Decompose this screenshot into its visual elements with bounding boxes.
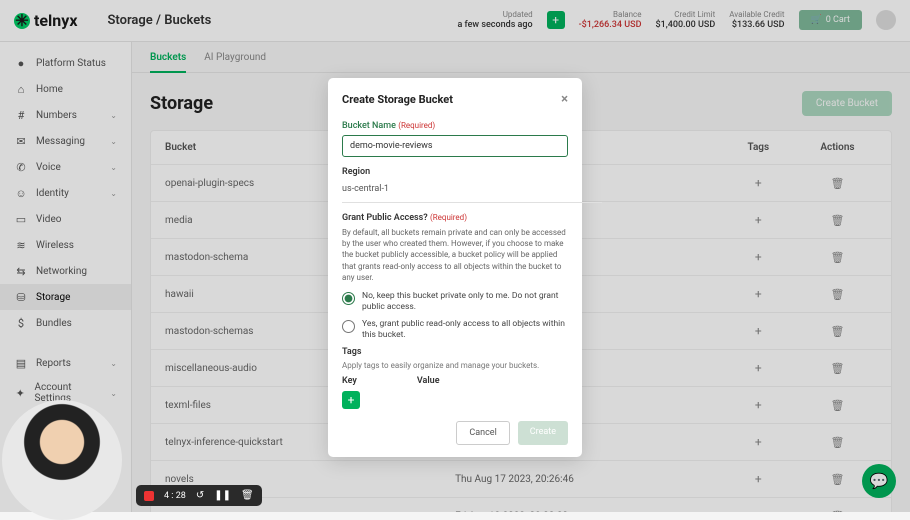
trash-icon[interactable]: 🗑: [241, 490, 254, 501]
bucket-name-label: Bucket Name (Required): [342, 121, 568, 131]
modal-title: Create Storage Bucket: [342, 93, 453, 106]
recorder-bar: 4 : 28 ↺ ❚❚ 🗑: [136, 485, 262, 506]
recorder-time: 4 : 28: [164, 491, 186, 501]
public-access-help: By default, all buckets remain private a…: [342, 227, 568, 283]
tags-label: Tags: [342, 347, 568, 357]
tags-kv-header: KeyValue: [342, 376, 568, 386]
presenter-avatar: [2, 400, 122, 520]
pause-icon[interactable]: ❚❚: [214, 490, 231, 501]
create-bucket-modal: Create Storage Bucket × Bucket Name (Req…: [328, 78, 582, 457]
radio-public[interactable]: Yes, grant public read-only access to al…: [342, 319, 568, 341]
cancel-button[interactable]: Cancel: [456, 421, 509, 445]
rewind-icon[interactable]: ↺: [196, 490, 204, 501]
tags-help: Apply tags to easily organize and manage…: [342, 361, 568, 370]
region-select[interactable]: us-central-1: [342, 181, 602, 203]
record-icon[interactable]: [144, 491, 154, 501]
region-label: Region: [342, 167, 568, 177]
radio-public-input[interactable]: [342, 320, 355, 333]
radio-private[interactable]: No, keep this bucket private only to me.…: [342, 291, 568, 313]
public-access-label: Grant Public Access? (Required): [342, 213, 568, 223]
radio-private-input[interactable]: [342, 292, 355, 305]
add-tag-button[interactable]: +: [342, 391, 360, 409]
bucket-name-input[interactable]: [342, 135, 568, 157]
create-button[interactable]: Create: [518, 421, 568, 445]
close-icon[interactable]: ×: [561, 92, 568, 107]
